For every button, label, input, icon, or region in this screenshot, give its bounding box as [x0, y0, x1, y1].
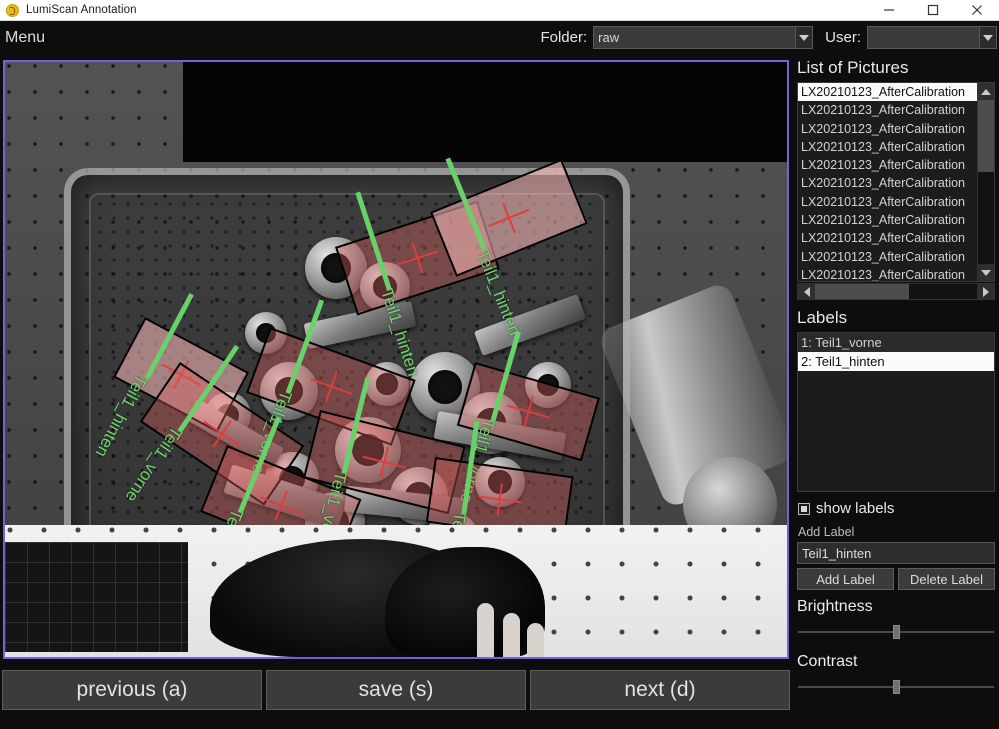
show-labels-checkbox[interactable]: show labels	[798, 500, 999, 517]
checkbox-check-mark	[801, 505, 807, 512]
image-canvas[interactable]: Teil1_hintenTeil1_vorneTeil1_vorneTeil1_…	[3, 60, 789, 659]
picture-list-scroll-thumb[interactable]	[978, 100, 994, 173]
picture-list-item[interactable]: LX20210123_AfterCalibration	[798, 83, 994, 102]
contrast-slider[interactable]	[798, 680, 994, 694]
brightness-slider-knob[interactable]	[893, 625, 900, 639]
annotation-stage[interactable]: Teil1_hintenTeil1_vorneTeil1_vorneTeil1_…	[5, 62, 787, 657]
user-label: User:	[825, 29, 861, 46]
labels-panel-title: Labels	[797, 308, 848, 327]
picture-list-item[interactable]: LX20210123_AfterCalibration	[798, 229, 994, 247]
picture-list-scroll-track[interactable]	[978, 100, 994, 264]
label-list[interactable]: 1: Teil1_vorne 2: Teil1_hinten	[797, 332, 995, 492]
side-panel: List of Pictures LX20210123_AfterCalibra…	[793, 55, 999, 729]
scroll-left-icon[interactable]	[798, 284, 815, 299]
checkbox-icon[interactable]	[798, 502, 810, 515]
navigation-bar: previous (a) save (s) next (d)	[2, 670, 790, 710]
picture-list-item[interactable]: LX20210123_AfterCalibration	[798, 211, 994, 229]
chevron-down-icon[interactable]	[795, 27, 813, 48]
picture-list-horizontal-scrollbar[interactable]	[797, 283, 995, 300]
picture-list[interactable]: LX20210123_AfterCalibration LX20210123_Af…	[797, 82, 995, 282]
add-label-input-value: Teil1_hinten	[802, 545, 872, 561]
picture-list-rows[interactable]: LX20210123_AfterCalibration LX20210123_Af…	[798, 83, 994, 281]
delete-label-button[interactable]: Delete Label	[898, 568, 995, 590]
pictures-panel-title: List of Pictures	[797, 58, 909, 77]
picture-list-item[interactable]: LX20210123_AfterCalibration	[798, 174, 994, 192]
dark-background-region	[183, 62, 787, 162]
scroll-up-icon[interactable]	[978, 83, 994, 100]
chevron-down-icon[interactable]	[979, 27, 996, 48]
label-list-item[interactable]: 1: Teil1_vorne	[798, 333, 994, 352]
app-logo-icon	[6, 3, 19, 17]
brightness-title: Brightness	[797, 598, 873, 615]
picture-list-item[interactable]: LX20210123_AfterCalibration	[798, 266, 994, 281]
menu-button[interactable]: Menu	[5, 29, 45, 47]
window-titlebar: LumiScan Annotation	[0, 0, 999, 21]
picture-list-item[interactable]: LX20210123_AfterCalibration	[798, 138, 994, 156]
show-labels-label: show labels	[816, 500, 895, 517]
folder-label: Folder:	[540, 29, 588, 46]
picture-list-item[interactable]: LX20210123_AfterCalibration	[798, 193, 994, 211]
close-button[interactable]	[955, 0, 999, 21]
picture-list-vertical-scrollbar[interactable]	[977, 83, 994, 281]
previous-button[interactable]: previous (a)	[2, 670, 262, 710]
picture-list-hscroll-track[interactable]	[815, 284, 977, 299]
picture-list-hscroll-thumb[interactable]	[815, 284, 909, 299]
top-right-controls: Folder: raw User:	[540, 21, 999, 54]
scroll-down-icon[interactable]	[978, 264, 994, 281]
window-title: LumiScan Annotation	[26, 4, 137, 16]
add-label-input[interactable]: Teil1_hinten	[797, 542, 995, 564]
user-select[interactable]	[867, 26, 997, 49]
save-button[interactable]: save (s)	[266, 670, 526, 710]
folder-select-value: raw	[598, 30, 620, 45]
folder-select[interactable]: raw	[593, 26, 814, 49]
maximize-button[interactable]	[911, 0, 955, 21]
contrast-title: Contrast	[797, 653, 858, 670]
brightness-slider[interactable]	[798, 625, 994, 639]
add-label-button[interactable]: Add Label	[797, 568, 894, 590]
picture-list-item[interactable]: LX20210123_AfterCalibration	[798, 248, 994, 266]
next-button[interactable]: next (d)	[530, 670, 790, 710]
label-list-item[interactable]: 2: Teil1_hinten	[798, 352, 994, 371]
label-action-buttons: Add Label Delete Label	[797, 568, 995, 590]
contrast-slider-knob[interactable]	[893, 680, 900, 694]
picture-list-item[interactable]: LX20210123_AfterCalibration	[798, 156, 994, 174]
label-list-rows[interactable]: 1: Teil1_vorne 2: Teil1_hinten	[798, 333, 994, 371]
picture-list-item[interactable]: LX20210123_AfterCalibration	[798, 101, 994, 119]
menu-strip: Menu Folder: raw User:	[0, 21, 999, 54]
scroll-right-icon[interactable]	[977, 284, 994, 299]
keyboard	[5, 542, 188, 652]
add-label-caption: Add Label	[798, 525, 855, 539]
minimize-button[interactable]	[867, 0, 911, 21]
picture-list-item[interactable]: LX20210123_AfterCalibration	[798, 120, 994, 138]
